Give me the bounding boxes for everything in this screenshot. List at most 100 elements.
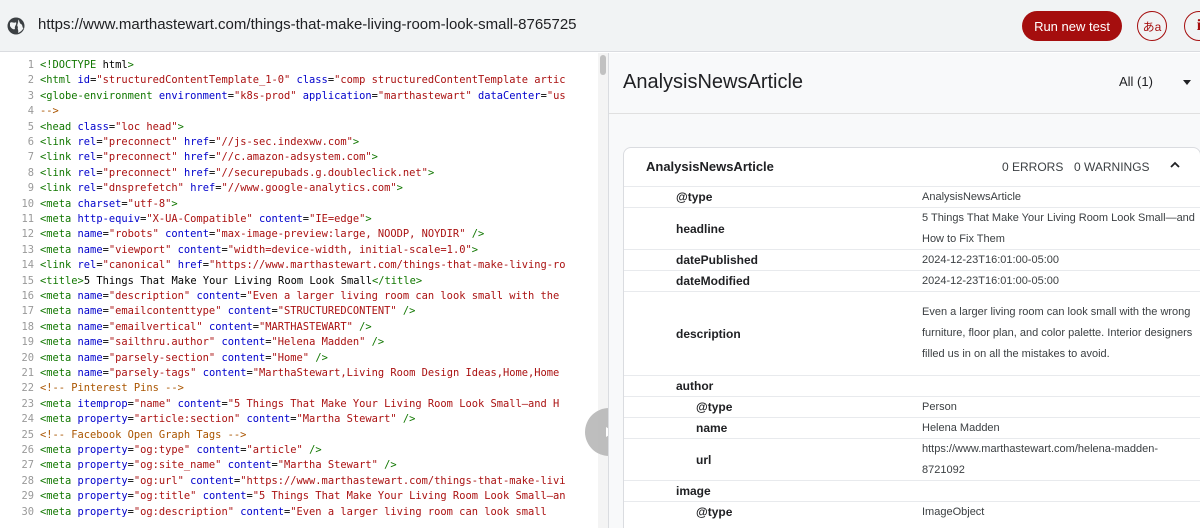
- code-scrollbar-thumb[interactable]: [600, 55, 606, 75]
- code-line: 13 <meta name="viewport" content="width=d…: [0, 243, 600, 258]
- code-line: 4 -->: [0, 104, 600, 119]
- code-text: <link rel="preconnect" href="//c.amazon-…: [40, 151, 378, 164]
- code-text: <html id="structuredContentTemplate_1-0"…: [40, 74, 566, 87]
- property-value: Even a larger living room can look small…: [922, 306, 1193, 360]
- property-row: datePublished 2024-12-23T16:01:00-05:00: [624, 249, 1200, 270]
- code-line: 27 <meta property="og:site_name" content=…: [0, 458, 600, 473]
- line-number: 9: [27, 182, 34, 195]
- property-value: https://www.marthastewart.com/helena-mad…: [922, 442, 1158, 476]
- divider: [609, 113, 1200, 114]
- code-text: <meta property="og:type" content="articl…: [40, 444, 322, 456]
- property-key: author: [676, 379, 714, 393]
- line-number: 17: [21, 305, 34, 318]
- filter-select[interactable]: All (1): [1119, 74, 1153, 89]
- code-scrollbar[interactable]: [598, 53, 608, 528]
- chevron-up-icon[interactable]: [1170, 160, 1180, 170]
- code-line: 5 <head class="loc head">: [0, 120, 600, 135]
- schema-card: AnalysisNewsArticle 0 ERRORS 0 WARNINGS …: [623, 147, 1200, 528]
- code-text: <meta property="og:description" content=…: [40, 505, 547, 518]
- code-line: 22 <!-- Pinterest Pins -->: [0, 381, 600, 396]
- code-text: <meta name="viewport" content="width=dev…: [40, 243, 478, 256]
- property-value: [922, 376, 1198, 396]
- property-key: @type: [676, 190, 713, 204]
- code-line: 29 <meta property="og:title" content="5 T…: [0, 489, 600, 504]
- line-number: 16: [21, 290, 34, 302]
- code-text: <link rel="canonical" href="https://www.…: [40, 259, 566, 272]
- code-line: 3 <globe-environment environment="k8s-pro…: [0, 89, 600, 104]
- code-line: 24 <meta property="article:section" conte…: [0, 412, 600, 427]
- code-text: -->: [40, 105, 59, 118]
- code-line: 23 <meta itemprop="name" content="5 Thing…: [0, 397, 600, 412]
- info-button[interactable]: i: [1184, 11, 1200, 41]
- code-text: <link rel="preconnect" href="//js-sec.in…: [40, 136, 360, 148]
- code-text: <!-- Facebook Open Graph Tags -->: [40, 428, 247, 441]
- line-number: 21: [21, 367, 34, 379]
- code-line: 7 <link rel="preconnect" href="//c.amazon…: [0, 150, 600, 165]
- results-pane: AnalysisNewsArticle All (1) AnalysisNews…: [608, 53, 1200, 528]
- code-text: <meta property="og:title" content="5 Thi…: [40, 490, 566, 503]
- language-button[interactable]: あa: [1137, 11, 1167, 41]
- warnings-count: 0 WARNINGS: [1074, 160, 1150, 174]
- line-number: 2: [27, 74, 34, 87]
- line-number: 23: [21, 397, 34, 410]
- code-text: <head class="loc head">: [40, 120, 184, 133]
- code-text: <meta name="parsely-section" content="Ho…: [40, 351, 328, 364]
- property-row: description Even a larger living room can…: [624, 291, 1200, 375]
- schema-card-title: AnalysisNewsArticle: [646, 159, 774, 174]
- property-row: name Helena Madden: [624, 417, 1200, 438]
- line-number: 8: [27, 166, 34, 179]
- property-row: headline 5 Things That Make Your Living R…: [624, 207, 1200, 249]
- property-value: [922, 481, 1198, 501]
- code-line: 16 <meta name="description" content="Even…: [0, 289, 600, 304]
- results-title: AnalysisNewsArticle: [623, 71, 804, 93]
- code-text: <meta name="emailcontenttype" content="S…: [40, 305, 416, 318]
- line-number: 18: [21, 320, 34, 333]
- property-row: dateModified 2024-12-23T16:01:00-05:00: [624, 270, 1200, 291]
- code-text: <title>5 Things That Make Your Living Ro…: [40, 274, 423, 287]
- line-number: 19: [21, 336, 34, 349]
- code-line: 15 <title>5 Things That Make Your Living …: [0, 274, 600, 289]
- schema-card-header[interactable]: AnalysisNewsArticle 0 ERRORS 0 WARNINGS: [624, 148, 1200, 186]
- code-line: 9 <link rel="dnsprefetch" href="//www.goo…: [0, 181, 600, 196]
- line-number: 20: [21, 351, 34, 364]
- code-line: 14 <link rel="canonical" href="https://ww…: [0, 258, 600, 273]
- code-text: <meta name="parsely-tags" content="Marth…: [40, 367, 560, 379]
- source-code-pane[interactable]: 1 <!DOCTYPE html> 2 <html id="structuredCon…: [0, 53, 608, 528]
- property-key: datePublished: [676, 253, 759, 267]
- line-number: 25: [21, 428, 34, 441]
- address-bar: https://www.marthastewart.com/things-tha…: [0, 0, 1200, 52]
- code-text: <link rel="dnsprefetch" href="//www.goog…: [40, 182, 403, 195]
- property-key: headline: [676, 221, 725, 236]
- line-number: 4: [27, 105, 34, 118]
- property-row: image: [624, 480, 1200, 501]
- code-line: 1 <!DOCTYPE html>: [0, 58, 600, 73]
- code-text: <meta name="description" content="Even a…: [40, 290, 560, 302]
- property-value: 2024-12-23T16:01:00-05:00: [922, 253, 1059, 266]
- code-text: <meta name="emailvertical" content="MART…: [40, 320, 372, 333]
- code-text: <globe-environment environment="k8s-prod…: [40, 89, 566, 102]
- line-number: 5: [27, 120, 34, 133]
- code-line: 26 <meta property="og:type" content="arti…: [0, 443, 600, 458]
- line-number: 28: [21, 474, 34, 487]
- line-number: 27: [21, 459, 34, 472]
- url-text[interactable]: https://www.marthastewart.com/things-tha…: [38, 16, 577, 33]
- line-number: 13: [21, 243, 34, 256]
- line-number: 15: [21, 274, 34, 287]
- code-line: 20 <meta name="parsely-section" content="…: [0, 351, 600, 366]
- property-key: image: [676, 484, 711, 498]
- property-value: 2024-12-23T16:01:00-05:00: [922, 274, 1059, 287]
- run-new-test-button[interactable]: Run new test: [1022, 11, 1122, 41]
- property-key: @type: [696, 505, 733, 519]
- code-text: <meta charset="utf-8">: [40, 197, 178, 210]
- property-key: name: [696, 421, 728, 435]
- property-value: 5 Things That Make Your Living Room Look…: [922, 211, 1195, 245]
- code-line: 17 <meta name="emailcontenttype" content=…: [0, 304, 600, 319]
- property-key: @type: [696, 400, 733, 414]
- code-text: <meta property="og:site_name" content="M…: [40, 459, 397, 472]
- property-row: url https://www.marthastewart.com/helena-…: [624, 438, 1200, 480]
- chevron-down-icon[interactable]: [1183, 80, 1191, 85]
- property-row: author: [624, 375, 1200, 396]
- globe-icon: [7, 17, 25, 35]
- line-number: 11: [21, 213, 34, 225]
- property-key: dateModified: [676, 274, 750, 288]
